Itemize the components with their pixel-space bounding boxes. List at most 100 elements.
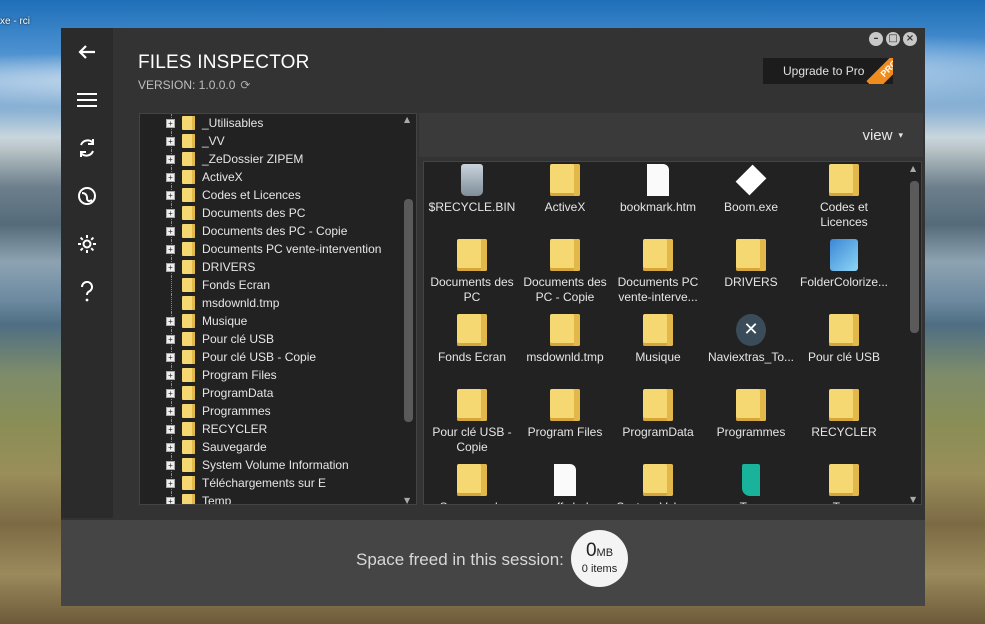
grid-scroll-up-icon[interactable]: ▲ (910, 164, 916, 173)
expand-icon[interactable]: + (166, 209, 175, 218)
tree-item[interactable]: + System Volume Information (140, 456, 405, 474)
tree-item[interactable]: + Codes et Licences (140, 186, 405, 204)
expand-icon[interactable]: + (166, 227, 175, 236)
desktop-icon-label[interactable]: xe - rci (0, 16, 30, 28)
file-item[interactable]: ProgramData (612, 389, 704, 464)
expand-icon[interactable]: + (166, 173, 175, 182)
file-item[interactable]: Pour clé USB (798, 314, 890, 389)
tree-item[interactable]: + _ZeDossier ZIPEM (140, 150, 405, 168)
file-item[interactable]: Documents PC vente-interve... (612, 239, 704, 314)
space-freed-items: 0 items (581, 563, 618, 575)
expand-icon[interactable]: + (166, 389, 175, 398)
expand-icon[interactable]: + (166, 245, 175, 254)
file-item[interactable]: bookmark.htm (612, 164, 704, 239)
tree-item[interactable]: msdownld.tmp (140, 294, 405, 312)
file-item[interactable]: Musique (612, 314, 704, 389)
file-item[interactable]: Fonds Ecran (426, 314, 518, 389)
tree-item[interactable]: + Program Files (140, 366, 405, 384)
expand-icon[interactable]: + (166, 461, 175, 470)
file-item[interactable]: scoffc.bak (519, 464, 611, 504)
tree-item[interactable]: + ActiveX (140, 168, 405, 186)
tree-scroll-thumb[interactable] (404, 199, 413, 422)
file-item[interactable]: $RECYCLE.BIN (426, 164, 518, 239)
tree-item[interactable]: + Sauvegarde (140, 438, 405, 456)
expand-icon[interactable]: + (166, 155, 175, 164)
file-item[interactable]: RECYCLER (798, 389, 890, 464)
tree-item[interactable]: + Téléchargements sur E (140, 474, 405, 492)
tree-item[interactable]: + Pour clé USB - Copie (140, 348, 405, 366)
folder-icon (182, 170, 195, 184)
tree-item[interactable]: + Documents des PC (140, 204, 405, 222)
file-item-label: Musique (635, 350, 681, 364)
expand-icon[interactable]: + (166, 425, 175, 434)
file-item[interactable]: Documents des PC - Copie (519, 239, 611, 314)
tree-item[interactable]: + Temp (140, 492, 405, 504)
tree-item[interactable]: + _Utilisables (140, 114, 405, 132)
file-item[interactable]: Programmes (705, 389, 797, 464)
grid-scrollbar[interactable]: ▲ ▼ (907, 162, 921, 504)
tree-item[interactable]: + Musique (140, 312, 405, 330)
tree-item[interactable]: + Documents des PC - Copie (140, 222, 405, 240)
settings-icon[interactable] (61, 224, 113, 264)
expand-icon[interactable]: + (166, 191, 175, 200)
folder-icon (736, 389, 766, 421)
expand-icon[interactable]: + (166, 335, 175, 344)
file-item[interactable]: Program Files (519, 389, 611, 464)
tree-item[interactable]: + RECYCLER (140, 420, 405, 438)
expand-icon[interactable]: + (166, 497, 175, 504)
expand-icon[interactable]: + (166, 119, 175, 128)
file-item[interactable]: Sauvegarde (426, 464, 518, 504)
tree-item[interactable]: + Programmes (140, 402, 405, 420)
file-item[interactable]: Boom.exe (705, 164, 797, 239)
folder-icon (182, 116, 195, 130)
folder-icon (643, 314, 673, 346)
expand-icon[interactable]: + (166, 479, 175, 488)
tree-item[interactable]: + Documents PC vente-intervention (140, 240, 405, 258)
file-item[interactable]: Te... (798, 464, 890, 504)
file-item[interactable]: ✕ Naviextras_To... (705, 314, 797, 389)
file-item[interactable]: Pour clé USB - Copie (426, 389, 518, 464)
minimize-button[interactable]: – (869, 32, 883, 46)
grid-scroll-thumb[interactable] (910, 181, 919, 333)
upgrade-button[interactable]: Upgrade to Pro PRO (763, 58, 893, 84)
expand-icon[interactable]: + (166, 137, 175, 146)
tree-item[interactable]: Fonds Ecran (140, 276, 405, 294)
back-arrow-icon[interactable] (61, 32, 113, 72)
expand-icon[interactable]: + (166, 371, 175, 380)
sidebar (61, 28, 113, 518)
file-item[interactable]: DRIVERS (705, 239, 797, 314)
folder-icon (643, 464, 673, 496)
file-item[interactable]: System Volume Information (612, 464, 704, 504)
refresh-small-icon[interactable]: ⟳ (240, 78, 250, 92)
folder-icon (182, 242, 195, 256)
globe-icon[interactable] (61, 176, 113, 216)
close-button[interactable]: × (903, 32, 917, 46)
tree-item[interactable]: + _VV (140, 132, 405, 150)
file-item[interactable]: msdownld.tmp (519, 314, 611, 389)
file-item[interactable]: Te... (705, 464, 797, 504)
expand-icon[interactable]: + (166, 353, 175, 362)
menu-icon[interactable] (61, 80, 113, 120)
file-item[interactable]: FolderColorize... (798, 239, 890, 314)
expand-icon[interactable]: + (166, 263, 175, 272)
file-item[interactable]: Codes et Licences (798, 164, 890, 239)
tree-item[interactable]: + ProgramData (140, 384, 405, 402)
expand-icon[interactable]: + (166, 443, 175, 452)
expand-icon[interactable]: + (166, 407, 175, 416)
tree-item-label: _VV (202, 134, 225, 148)
view-dropdown[interactable]: view ▾ (862, 127, 903, 144)
space-freed-label: Space freed in this session: (356, 550, 564, 569)
tree-item[interactable]: + Pour clé USB (140, 330, 405, 348)
tree-item[interactable]: + DRIVERS (140, 258, 405, 276)
app-title: FILES INSPECTOR (138, 52, 310, 73)
file-item[interactable]: ActiveX (519, 164, 611, 239)
help-icon[interactable] (61, 272, 113, 312)
file-item[interactable]: Documents des PC (426, 239, 518, 314)
file-item-label: Program Files (527, 425, 603, 439)
file-item-label: FolderColorize... (799, 275, 889, 289)
maximize-button[interactable]: □ (886, 32, 900, 46)
tree-item-label: Pour clé USB - Copie (202, 350, 317, 364)
grid-scroll-down-icon[interactable]: ▼ (910, 495, 916, 504)
refresh-icon[interactable] (61, 128, 113, 168)
expand-icon[interactable]: + (166, 317, 175, 326)
